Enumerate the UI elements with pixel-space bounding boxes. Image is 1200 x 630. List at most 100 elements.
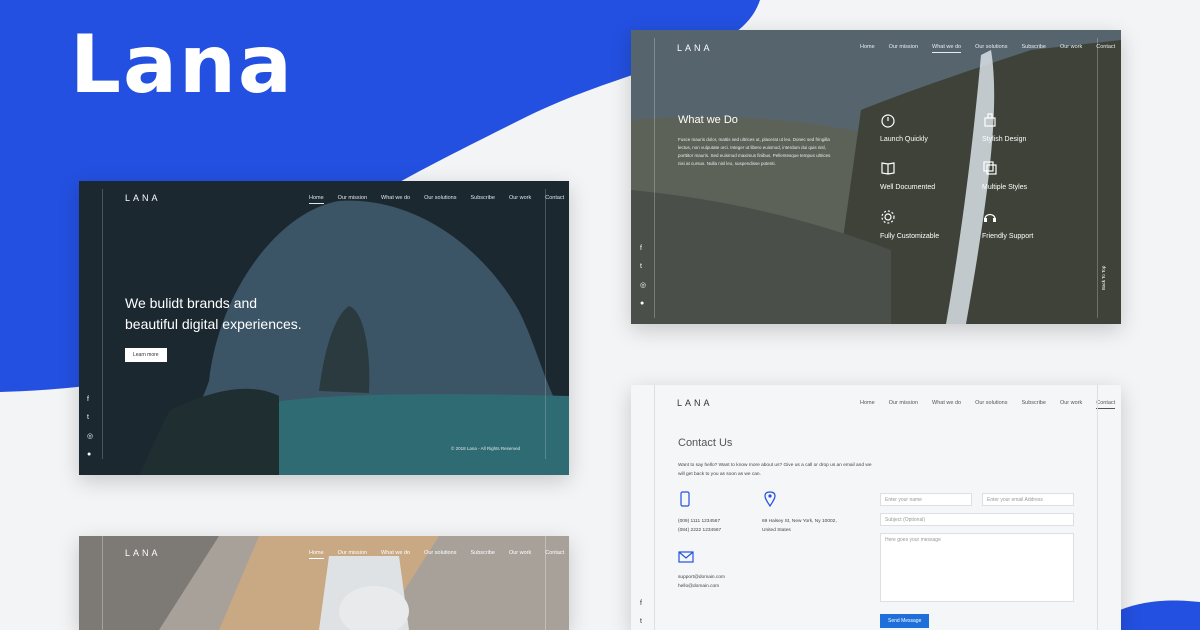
nav-contact[interactable]: Contact [545,195,564,204]
back-to-top-link[interactable]: Back To Top [1101,266,1106,290]
nav-what-we-do[interactable]: What we do [381,195,410,204]
facebook-icon[interactable]: f [640,600,642,607]
nav-our-solutions[interactable]: Our solutions [424,195,456,204]
nav-contact[interactable]: Contact [1096,400,1116,409]
nav-our-mission[interactable]: Our mission [889,44,918,53]
phone-icon [680,491,690,507]
social-icons: f t [640,600,642,625]
facebook-icon[interactable]: f [640,245,646,252]
feature-friendly-support: Friendly Support [982,209,1033,240]
nav-what-we-do[interactable]: What we do [381,550,410,559]
brand-title: Lana [70,18,294,111]
logo[interactable]: LANA [125,548,161,558]
social-icons: f t ◎ ● [640,245,646,307]
nav-menu: Home Our mission What we do Our solution… [309,550,564,559]
nav-menu: Home Our mission What we do Our solution… [860,44,1115,53]
nav-our-work[interactable]: Our work [1060,44,1082,53]
location-pin-icon [764,491,776,507]
social-icons: f t ◎ ● [87,396,93,458]
feature-fully-customizable: Fully Customizable [880,209,939,240]
feature-label: Friendly Support [982,233,1034,240]
phone-1: (009) 1111 1234567 [678,519,721,524]
phone-2: (084) 2222 1234567 [678,528,722,533]
preview-what-we-do: LANA Home Our mission What we do Our sol… [631,30,1121,324]
waterfall-scene [631,30,1121,324]
nav-our-solutions[interactable]: Our solutions [975,400,1007,409]
copyright: © 2018 Lana - All Rights Reserved [451,446,521,451]
feature-label: Stylish Design [982,136,1027,143]
left-divider [102,189,103,459]
address-line-2: United States [762,528,791,533]
nav-contact[interactable]: Contact [1096,44,1115,53]
brush-icon [984,113,996,127]
nav-our-solutions[interactable]: Our solutions [975,44,1007,53]
gear-icon [881,210,895,224]
learn-more-button[interactable]: Learn more [125,348,167,362]
instagram-icon[interactable]: ◎ [640,281,646,289]
section-body: Fusce mauris dolor, mattis sed ultrices … [678,137,831,166]
nav-subscribe[interactable]: Subscribe [1021,400,1045,409]
subject-input[interactable]: Subject (Optional) [880,513,1074,526]
nav-home[interactable]: Home [309,550,324,559]
instagram-icon[interactable]: ◎ [87,432,93,440]
nav-subscribe[interactable]: Subscribe [470,550,494,559]
name-input[interactable]: Enter your name [880,493,972,506]
nav-our-work[interactable]: Our work [509,195,531,204]
nav-our-mission[interactable]: Our mission [338,550,367,559]
contact-heading: Contact Us [678,437,733,449]
message-textarea[interactable]: Here goes your message [880,533,1074,602]
section-heading: What we Do [678,114,738,126]
book-icon [881,162,895,175]
pinterest-icon[interactable]: ● [87,451,93,458]
right-divider [1097,38,1098,318]
feature-label: Well Documented [880,184,936,191]
nav-home[interactable]: Home [860,44,875,53]
email-2[interactable]: hello@domain.com [678,582,725,591]
feature-launch-quickly: Launch Quickly [880,112,928,143]
feature-multiple-styles: Multiple Styles [982,160,1027,191]
nav-subscribe[interactable]: Subscribe [1021,44,1045,53]
logo[interactable]: LANA [677,398,713,408]
envelope-icon [678,551,694,563]
nav-subscribe[interactable]: Subscribe [470,195,494,204]
right-divider [545,536,546,630]
feature-well-documented: Well Documented [880,160,935,191]
left-divider [654,38,655,318]
headline-line-2: beautiful digital experiences. [125,316,302,332]
email-input[interactable]: Enter your email Address [982,493,1074,506]
nav-contact[interactable]: Contact [545,550,564,559]
feature-stylish-design: Stylish Design [982,112,1026,143]
feature-label: Fully Customizable [880,233,940,240]
twitter-icon[interactable]: t [87,414,93,421]
nav-what-we-do[interactable]: What we do [932,400,961,409]
twitter-icon[interactable]: t [640,263,646,270]
address-line-1: 69 Halsey St, New York, Ny 10002, [762,519,837,524]
logo[interactable]: LANA [677,43,713,53]
pinterest-icon[interactable]: ● [640,300,646,307]
nav-our-solutions[interactable]: Our solutions [424,550,456,559]
nav-menu: Home Our mission What we do Our solution… [860,400,1116,409]
feature-label: Multiple Styles [982,184,1028,191]
nav-home[interactable]: Home [309,195,324,204]
nav-our-work[interactable]: Our work [1060,400,1082,409]
layers-icon [983,161,997,175]
email-1[interactable]: support@domain.com [678,573,725,582]
preview-home: LANA Home Our mission What we do Our sol… [79,181,569,475]
contact-intro: Want to say hello? Want to know more abo… [678,463,872,477]
nav-our-work[interactable]: Our work [509,550,531,559]
nav-our-mission[interactable]: Our mission [338,195,367,204]
left-divider [654,385,655,630]
headline-line-1: We bulidt brands and [125,295,258,311]
logo[interactable]: LANA [125,193,161,203]
nav-menu: Home Our mission What we do Our solution… [309,195,564,204]
twitter-icon[interactable]: t [640,618,642,625]
right-divider [1097,385,1098,630]
facebook-icon[interactable]: f [87,396,93,403]
nav-our-mission[interactable]: Our mission [889,400,918,409]
headset-icon [984,213,996,222]
right-divider [545,189,546,459]
left-divider [102,536,103,630]
nav-home[interactable]: Home [860,400,875,409]
send-message-button[interactable]: Send Message [880,614,930,628]
nav-what-we-do[interactable]: What we do [932,44,962,53]
